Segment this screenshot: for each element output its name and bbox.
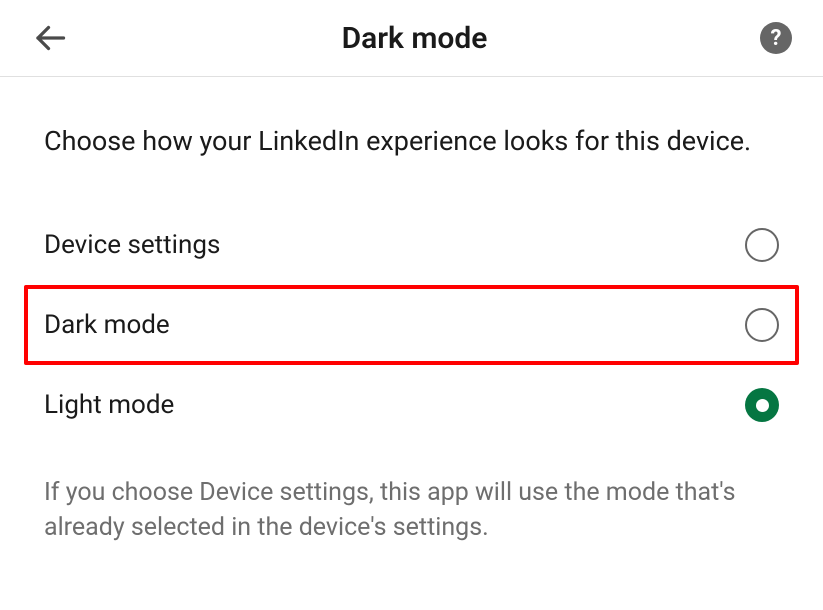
option-dark-mode[interactable]: Dark mode — [24, 285, 799, 365]
option-label: Light mode — [44, 390, 174, 420]
page-title: Dark mode — [70, 21, 759, 56]
back-arrow-icon — [32, 20, 68, 56]
help-button[interactable]: ? — [759, 21, 793, 55]
options-list: Device settings Dark mode Light mode — [24, 205, 799, 445]
back-button[interactable] — [30, 18, 70, 58]
option-label: Dark mode — [44, 310, 170, 340]
footnote-text: If you choose Device settings, this app … — [44, 475, 779, 545]
radio-light-mode[interactable] — [745, 388, 779, 422]
option-light-mode[interactable]: Light mode — [24, 365, 799, 445]
option-label: Device settings — [44, 230, 220, 260]
option-device-settings[interactable]: Device settings — [24, 205, 799, 285]
help-icon: ? — [760, 22, 792, 54]
content: Choose how your LinkedIn experience look… — [0, 77, 823, 565]
description-text: Choose how your LinkedIn experience look… — [44, 123, 779, 159]
radio-dark-mode[interactable] — [745, 308, 779, 342]
radio-device-settings[interactable] — [745, 228, 779, 262]
header: Dark mode ? — [0, 0, 823, 77]
